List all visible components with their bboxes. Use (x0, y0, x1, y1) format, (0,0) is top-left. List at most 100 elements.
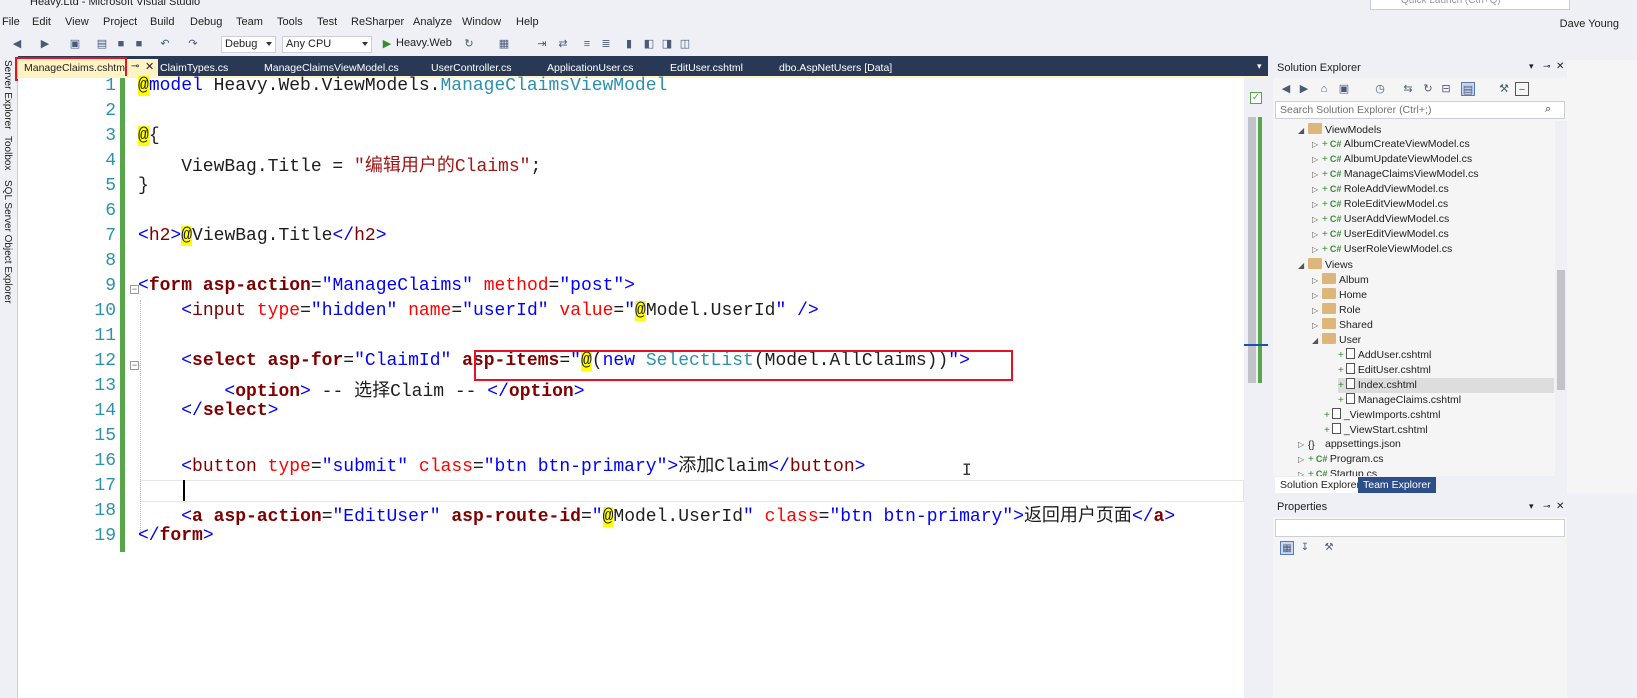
menu-file[interactable]: File (2, 16, 20, 28)
menu-tools[interactable]: Tools (277, 16, 303, 28)
expand-icon[interactable]: ▷ (1312, 185, 1322, 194)
panel-pin-icon[interactable]: ⊸ (1543, 501, 1551, 512)
new-project-icon[interactable]: ▣ (68, 37, 82, 51)
search-icon[interactable]: ⌕ (1545, 103, 1551, 116)
back-icon[interactable]: ◀ (10, 37, 24, 51)
code-line[interactable]: <input type="hidden" name="userId" value… (138, 301, 819, 321)
solution-search-input[interactable]: Search Solution Explorer (Ctrl+;) (1275, 101, 1565, 119)
expand-icon[interactable]: ▷ (1312, 321, 1322, 330)
sync-icon[interactable]: ⇆ (1401, 82, 1415, 96)
toolbox-tab[interactable]: Toolbox (2, 136, 13, 170)
tree-item-cs-file[interactable]: ▷ + C# Startup.cs (1298, 468, 1377, 476)
tree-item-user-folder[interactable]: ◢ User (1312, 333, 1361, 348)
tab-overflow-icon[interactable]: ▾ (1257, 61, 1262, 72)
server-explorer-tab[interactable]: Server Explorer (2, 60, 13, 129)
user-name[interactable]: Dave Young (1560, 18, 1619, 30)
back-icon[interactable]: ◀ (1279, 82, 1293, 96)
comment-icon[interactable]: ≡ (580, 37, 594, 51)
menu-help[interactable]: Help (516, 16, 539, 28)
tab-team-explorer[interactable]: Team Explorer (1358, 477, 1436, 493)
tree-item-cs-file[interactable]: ▷ + C# UserEditViewModel.cs (1312, 228, 1449, 243)
tree-item-role-folder[interactable]: ▷ Role (1312, 303, 1361, 318)
expand-icon[interactable]: ▷ (1312, 276, 1322, 285)
code-line[interactable]: </select> (138, 401, 278, 421)
code-line[interactable]: <h2>@ViewBag.Title</h2> (138, 226, 387, 246)
configuration-dropdown[interactable]: Debug (221, 36, 276, 53)
code-line[interactable]: @{ (138, 126, 160, 146)
tree-item-cs-file[interactable]: ▷ + C# UserAddViewModel.cs (1312, 213, 1449, 228)
redo-icon[interactable]: ↷ (186, 37, 200, 51)
panel-menu-icon[interactable]: ▾ (1529, 501, 1534, 512)
alphabetical-icon[interactable]: ↧ (1298, 541, 1312, 555)
expand-icon[interactable]: ▷ (1312, 155, 1322, 164)
save-icon[interactable]: ■ (114, 37, 128, 51)
sql-server-object-explorer-tab[interactable]: SQL Server Object Explorer (2, 180, 13, 304)
history-icon[interactable]: ◷ (1373, 82, 1387, 96)
tab-manageclaimsviewmodel-cs[interactable]: ManageClaimsViewModel.cs (258, 59, 405, 77)
tree-item-cshtml-file[interactable]: + ManageClaims.cshtml (1338, 393, 1461, 408)
expand-icon[interactable]: ▷ (1298, 455, 1308, 464)
menu-test[interactable]: Test (317, 16, 337, 28)
code-line[interactable]: <button type="submit" class="btn btn-pri… (138, 451, 865, 477)
bookmark-icon[interactable]: ▮ (622, 37, 636, 51)
show-all-files-icon[interactable]: ▤ (1461, 82, 1475, 96)
tree-item-cs-file[interactable]: ▷ + C# UserRoleViewModel.cs (1312, 243, 1452, 258)
menu-analyze[interactable]: Analyze (413, 16, 452, 28)
browser-link-icon[interactable]: ▦ (497, 37, 511, 51)
panel-pin-icon[interactable]: ⊸ (1543, 61, 1551, 72)
code-line[interactable]: @model Heavy.Web.ViewModels.ManageClaims… (138, 76, 667, 96)
expand-icon[interactable]: ▷ (1312, 215, 1322, 224)
tree-item-viewmodels-folder[interactable]: ◢ ViewModels (1298, 123, 1381, 138)
code-line[interactable]: <a asp-action="EditUser" asp-route-id="@… (138, 501, 1175, 527)
tree-item-cs-file[interactable]: ▷ + C# Program.cs (1298, 453, 1384, 468)
tree-item-json-file[interactable]: ▷{} appsettings.json (1298, 438, 1401, 453)
tree-item-cshtml-file-selected[interactable]: + Index.cshtml (1338, 378, 1554, 393)
menu-window[interactable]: Window (462, 16, 501, 28)
preview-icon[interactable]: − (1515, 82, 1529, 96)
solution-explorer-scroll-thumb[interactable] (1557, 270, 1565, 390)
tab-applicationuser-cs[interactable]: ApplicationUser.cs (541, 59, 639, 77)
menu-debug[interactable]: Debug (190, 16, 222, 28)
menu-edit[interactable]: Edit (32, 16, 51, 28)
refresh-icon[interactable]: ↻ (1421, 82, 1435, 96)
expand-icon[interactable]: ▷ (1312, 200, 1322, 209)
uncomment-icon[interactable]: ≣ (599, 37, 613, 51)
expand-icon[interactable]: ▷ (1312, 245, 1322, 254)
menu-build[interactable]: Build (150, 16, 174, 28)
menu-project[interactable]: Project (103, 16, 137, 28)
tree-item-cs-file[interactable]: ▷ + C# AlbumCreateViewModel.cs (1312, 138, 1470, 153)
tree-item-cs-file[interactable]: ▷ + C# RoleEditViewModel.cs (1312, 198, 1448, 213)
code-line[interactable]: ViewBag.Title = "编辑用户的Claims"; (138, 151, 541, 177)
tree-item-cs-file[interactable]: ▷ + C# ManageClaimsViewModel.cs (1312, 168, 1478, 183)
property-pages-icon[interactable]: ⚒ (1322, 541, 1336, 555)
code-line[interactable]: } (138, 176, 149, 196)
menu-team[interactable]: Team (236, 16, 263, 28)
refresh-icon[interactable]: ↻ (462, 37, 476, 51)
pin-icon[interactable]: ⊸ (131, 61, 139, 72)
tree-item-home-folder[interactable]: ▷ Home (1312, 288, 1367, 303)
collapse-icon[interactable]: ◢ (1298, 261, 1308, 270)
collapse-all-icon[interactable]: ⊟ (1439, 82, 1453, 96)
tab-claimtypes-cs[interactable]: ClaimTypes.cs (154, 59, 234, 77)
close-tab-icon[interactable]: ✕ (145, 60, 154, 73)
tab-aspnetusers-data[interactable]: dbo.AspNetUsers [Data] (773, 59, 898, 77)
code-line[interactable]: <form asp-action="ManageClaims" method="… (138, 276, 635, 296)
tab-edituser-cshtml[interactable]: EditUser.cshtml (664, 59, 749, 77)
save-all-icon[interactable]: ■ (132, 37, 146, 51)
undo-icon[interactable]: ↶ (158, 37, 172, 51)
expand-icon[interactable]: ▷ (1312, 230, 1322, 239)
tree-item-cshtml-file[interactable]: + AddUser.cshtml (1338, 348, 1431, 363)
home-icon[interactable]: ⌂ (1317, 82, 1331, 96)
forward-icon[interactable]: ▶ (1297, 82, 1311, 96)
tree-item-cshtml-file[interactable]: + _ViewStart.cshtml (1324, 423, 1428, 438)
expand-icon[interactable]: ▷ (1312, 291, 1322, 300)
tree-item-shared-folder[interactable]: ▷ Shared (1312, 318, 1373, 333)
quick-launch-input[interactable]: Quick Launch (Ctrl+Q) (1370, 0, 1570, 10)
platform-dropdown[interactable]: Any CPU (282, 36, 372, 53)
menu-resharper[interactable]: ReSharper (351, 16, 404, 28)
collapse-icon[interactable]: ◢ (1312, 336, 1322, 345)
tree-item-cs-file[interactable]: ▷ + C# AlbumUpdateViewModel.cs (1312, 153, 1472, 168)
open-icon[interactable]: ▤ (95, 37, 109, 51)
step-icon[interactable]: ⇥ (535, 37, 549, 51)
run-icon[interactable]: ▶ (380, 37, 394, 51)
